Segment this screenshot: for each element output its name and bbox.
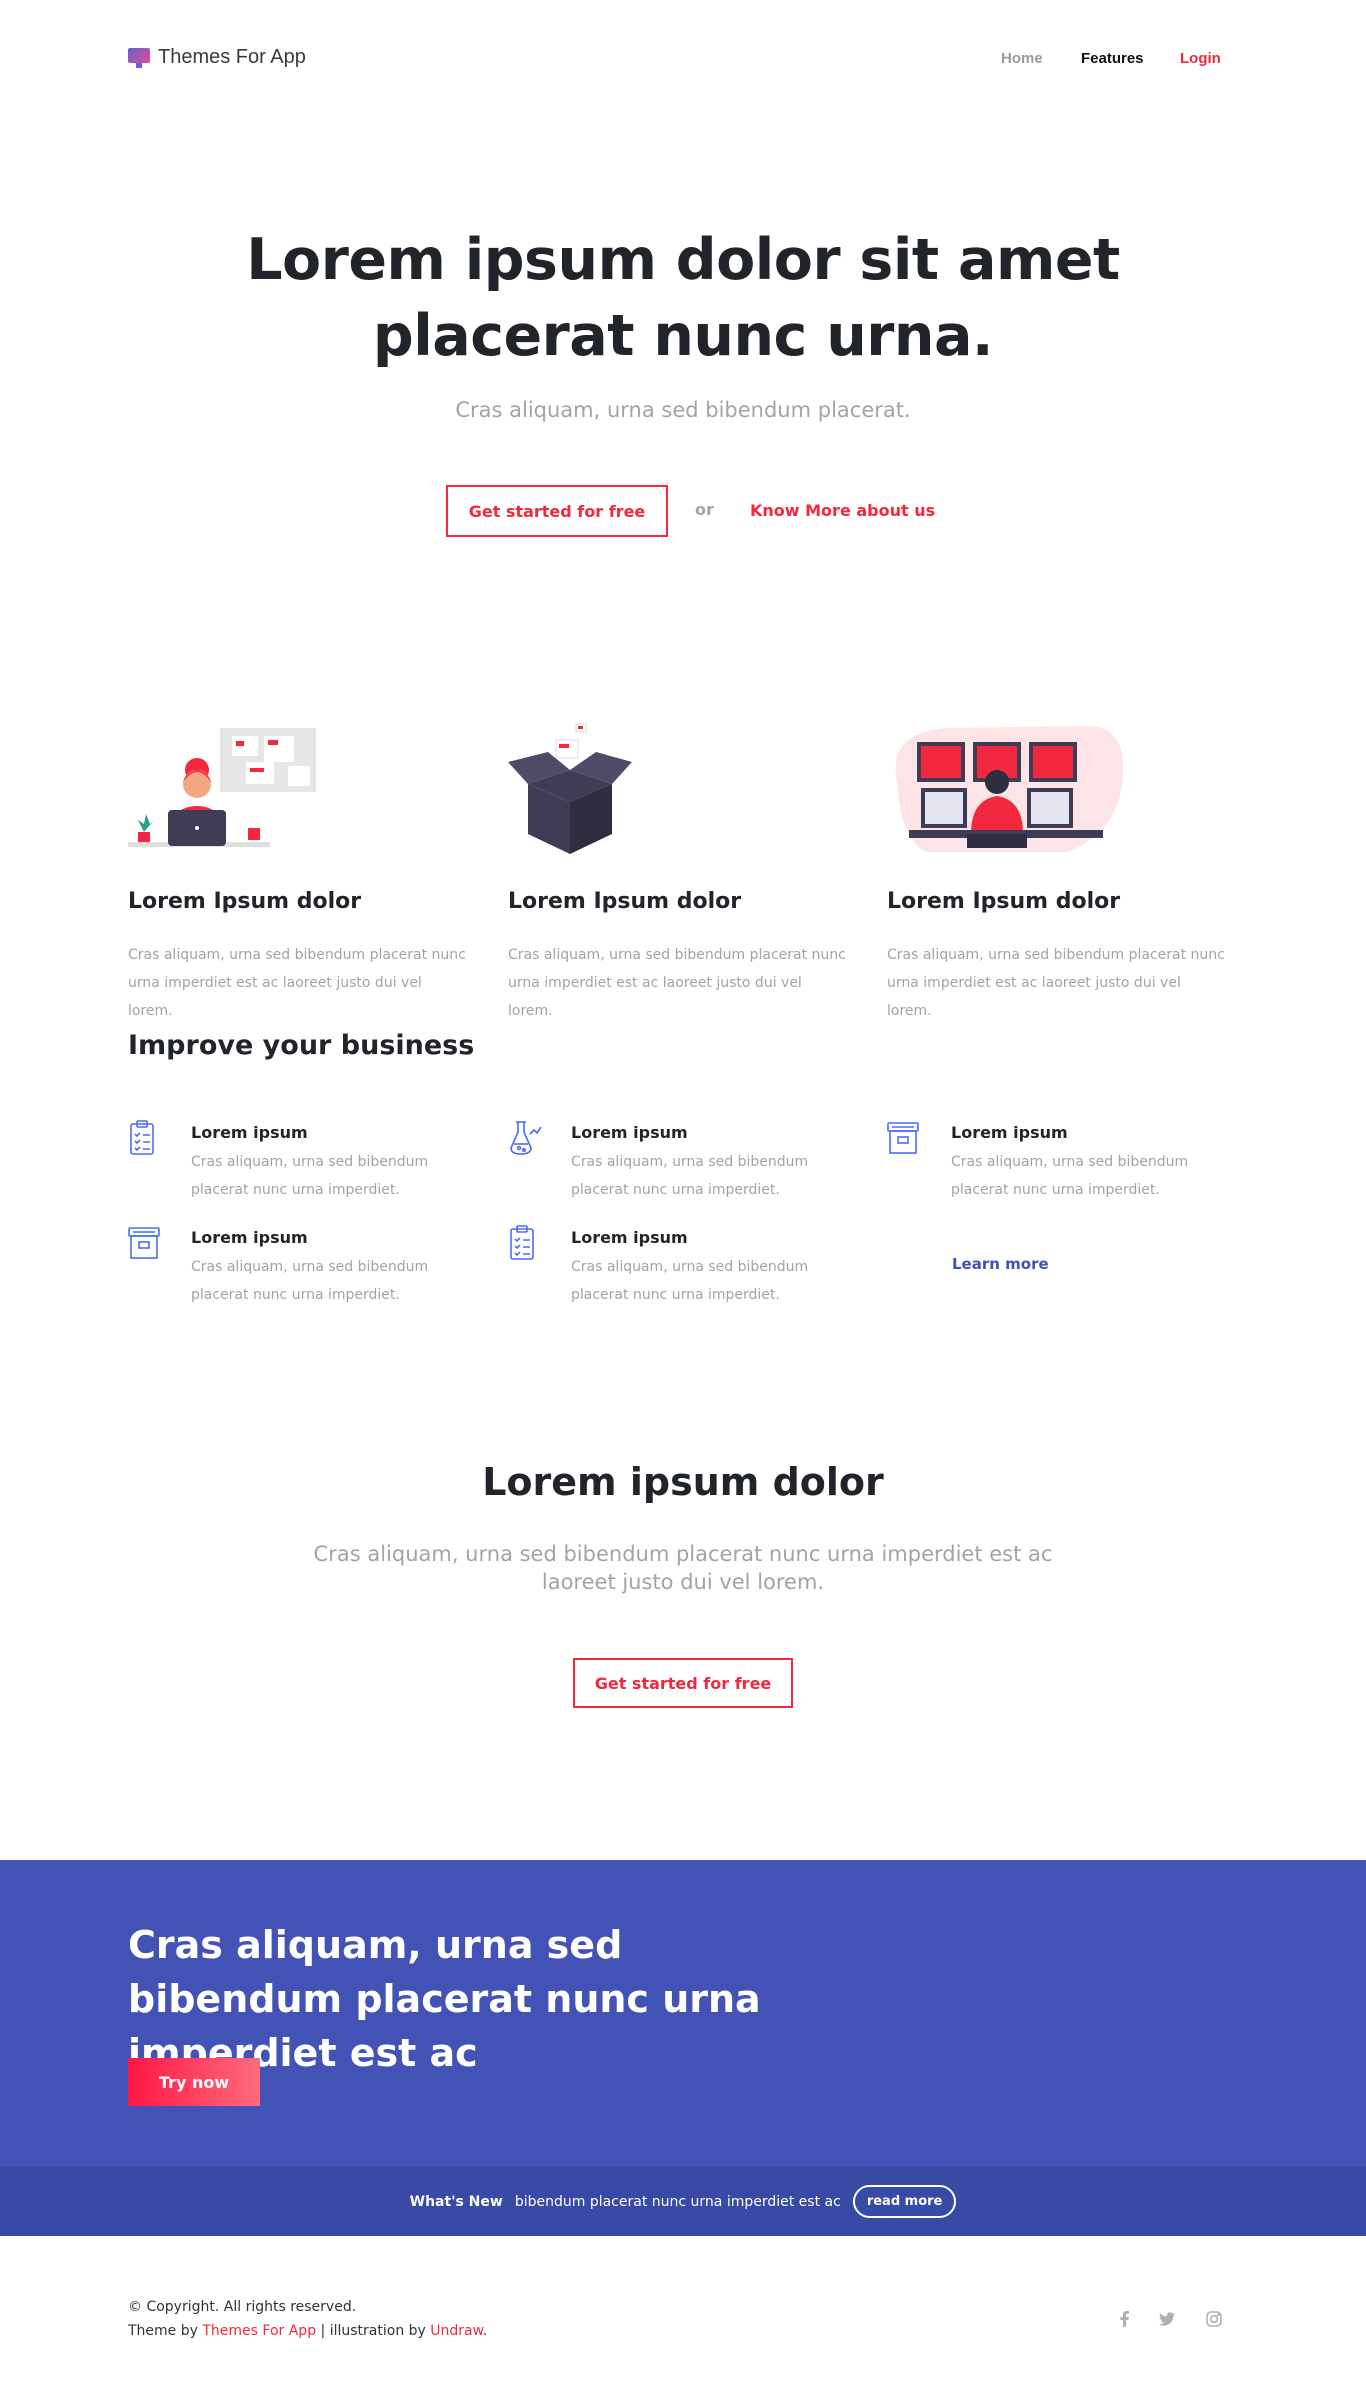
banner-title: Cras aliquam, urna sed bibendum placerat… [128, 1923, 761, 2075]
archive-box-icon [887, 1120, 919, 1156]
cta-text: Cras aliquam, urna sed bibendum placerat… [313, 1542, 1053, 1594]
card-title: Lorem Ipsum dolor [128, 889, 362, 914]
theme-by-text: Theme by [128, 2323, 198, 2339]
open-box-illustration [508, 722, 632, 856]
read-more-button[interactable]: read more [852, 2185, 957, 2218]
card-text: Cras aliquam, urna sed bibendum placerat… [508, 947, 846, 1019]
get-started-button[interactable]: Get started for free [573, 1658, 793, 1708]
learn-more-link[interactable]: Learn more [952, 1255, 1049, 1273]
copyright-text: © Copyright. All rights reserved. [128, 2299, 357, 2315]
business-item-title: Lorem ipsum [951, 1123, 1068, 1142]
business-item-text: Cras aliquam, urna sed bibendum placerat… [571, 1259, 809, 1303]
themes-for-app-link[interactable]: Themes For App [202, 2323, 316, 2339]
card-title: Lorem Ipsum dolor [508, 889, 742, 914]
footer-period: . [482, 2323, 488, 2339]
hero-title: Lorem ipsum dolor sit amet placerat nunc… [246, 227, 1120, 369]
card-text: Cras aliquam, urna sed bibendum placerat… [128, 947, 466, 1019]
logo-text: Themes For App [158, 46, 306, 68]
woman-at-laptop-illustration [128, 722, 318, 856]
business-item-title: Lorem ipsum [571, 1123, 688, 1142]
business-item-title: Lorem ipsum [191, 1228, 308, 1247]
clipboard-icon [128, 1120, 158, 1156]
news-label: What's New [409, 2193, 503, 2210]
business-item-text: Cras aliquam, urna sed bibendum placerat… [191, 1259, 429, 1303]
facebook-icon[interactable] [1116, 2310, 1134, 2328]
twitter-icon[interactable] [1158, 2310, 1176, 2328]
archive-box-icon [128, 1225, 160, 1261]
monitor-logo-icon [128, 47, 150, 68]
news-bar: What's New bibendum placerat nunc urna i… [0, 2167, 1366, 2236]
nav-home-link[interactable]: Home [1001, 50, 1043, 67]
know-more-link[interactable]: Know More about us [750, 501, 935, 520]
card-text: Cras aliquam, urna sed bibendum placerat… [887, 947, 1225, 1019]
card-title: Lorem Ipsum dolor [887, 889, 1121, 914]
business-item-text: Cras aliquam, urna sed bibendum placerat… [951, 1154, 1189, 1198]
clipboard-icon [508, 1225, 538, 1261]
flask-icon [508, 1120, 542, 1156]
business-item-title: Lorem ipsum [191, 1123, 308, 1142]
logo[interactable]: Themes For App [128, 46, 306, 69]
undraw-link[interactable]: Undraw [430, 2323, 483, 2339]
footer-credits: Theme by Themes For App | illustration b… [128, 2323, 487, 2339]
or-separator: or [695, 500, 714, 519]
business-item-title: Lorem ipsum [571, 1228, 688, 1247]
instagram-icon[interactable] [1205, 2310, 1223, 2328]
improve-title: Improve your business [128, 1030, 475, 1061]
nav-features-link[interactable]: Features [1081, 50, 1144, 67]
cta-title: Lorem ipsum dolor [482, 1460, 884, 1504]
monitors-workstation-illustration [887, 722, 1125, 856]
business-item-text: Cras aliquam, urna sed bibendum placerat… [571, 1154, 809, 1198]
nav-login-link[interactable]: Login [1180, 50, 1221, 67]
hero-subtitle: Cras aliquam, urna sed bibendum placerat… [455, 398, 911, 422]
illustration-by-text: | illustration by [316, 2323, 426, 2339]
business-item-text: Cras aliquam, urna sed bibendum placerat… [191, 1154, 429, 1198]
try-now-button[interactable]: Try now [128, 2058, 260, 2106]
news-text: bibendum placerat nunc urna imperdiet es… [514, 2193, 841, 2210]
get-started-button[interactable]: Get started for free [446, 485, 668, 537]
